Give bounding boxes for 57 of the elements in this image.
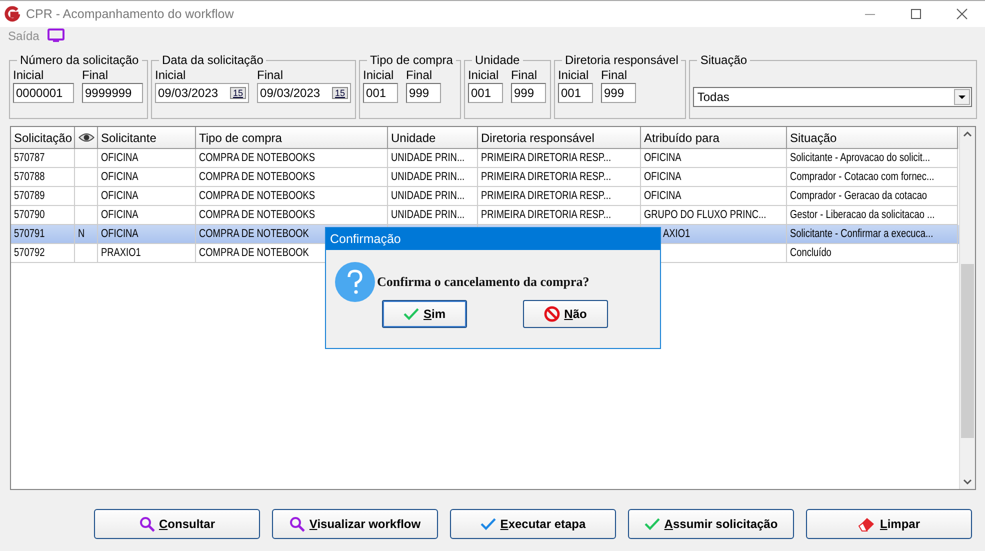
table-cell: N [78,228,85,240]
group-label: Número da solicitação [19,53,140,67]
field-label: Final [82,67,110,83]
field-label: Final [510,67,538,83]
table-cell: PRIMEIRA DIRETORIA RESP... [481,152,612,164]
field-label: Inicial [468,67,500,83]
field-label: Final [257,67,284,83]
field-label: Final [600,67,628,83]
table-cell: 570787 [14,152,45,164]
table-cell: Solicitante - Confirmar a execuca... [790,228,934,240]
table-cell: OFICINA [644,171,682,183]
field-label: Inicial [13,67,45,83]
table-cell: GRUPO DO FLUXO PRINC... [644,209,766,221]
table-cell: COMPRA DE NOTEBOOK [199,228,309,240]
table-cell: Concluído [790,247,832,259]
table-cell: OFICINA [101,152,138,164]
table-cell: UNIDADE PRIN... [391,190,465,202]
table-cell: OFICINA [644,190,682,202]
table-cell: COMPRA DE NOTEBOOKS [199,209,316,221]
table-cell: COMPRA DE NOTEBOOKS [199,171,316,183]
table-cell: COMPRA DE NOTEBOOKS [199,190,316,202]
field-label: Final [406,67,434,83]
table-cell: COMPRA DE NOTEBOOK [199,247,309,259]
table-cell: OFICINA [644,152,682,164]
table-cell: OFICINA [101,171,138,183]
table-cell: COMPRA DE NOTEBOOKS [199,152,316,164]
table-cell: OFICINA [101,190,138,202]
table-cell: Solicitante - Aprovacao do solicit... [790,152,930,164]
table-cell: PRIMEIRA DIRETORIA RESP... [481,209,612,221]
table-cell: OFICINA [101,228,138,240]
table-cell: 570792 [14,247,45,259]
group-label: Tipo de compra [369,53,454,67]
field-label: Inicial [155,67,187,83]
table-cell: PRAXIO1 [101,247,141,259]
dialog-title: Confirmação [330,232,401,246]
field-label: Inicial [363,67,395,83]
table-cell: 570789 [14,190,45,202]
group-label: Diretoria responsável [564,53,680,67]
table-cell: UNIDADE PRIN... [391,171,465,183]
dialog-message: Confirma o cancelamento da compra? [377,274,590,290]
table-cell: Comprador - Cotacao com fornec... [790,171,934,183]
table-cell: AXIO1 [663,228,690,240]
group-label: Unidade [474,53,521,67]
table-cell: PRIMEIRA DIRETORIA RESP... [481,171,612,183]
table-cell: Gestor - Liberacao da solicitacao ... [790,209,935,221]
table-cell: PRIMEIRA DIRETORIA RESP... [481,190,612,202]
group-label: Situação [699,53,748,67]
table-cell: 570791 [14,228,45,240]
window-title: CPR - Acompanhamento do workflow [26,7,234,21]
group-label: Data da solicitação [161,53,264,67]
table-cell: Comprador - Geracao da cotacao [790,190,928,202]
table-cell: 570790 [14,209,45,221]
field-label: Inicial [558,67,590,83]
table-cell: OFICINA [101,209,138,221]
table-cell: 570788 [14,171,45,183]
table-cell: UNIDADE PRIN... [391,152,465,164]
table-cell: UNIDADE PRIN... [391,209,465,221]
